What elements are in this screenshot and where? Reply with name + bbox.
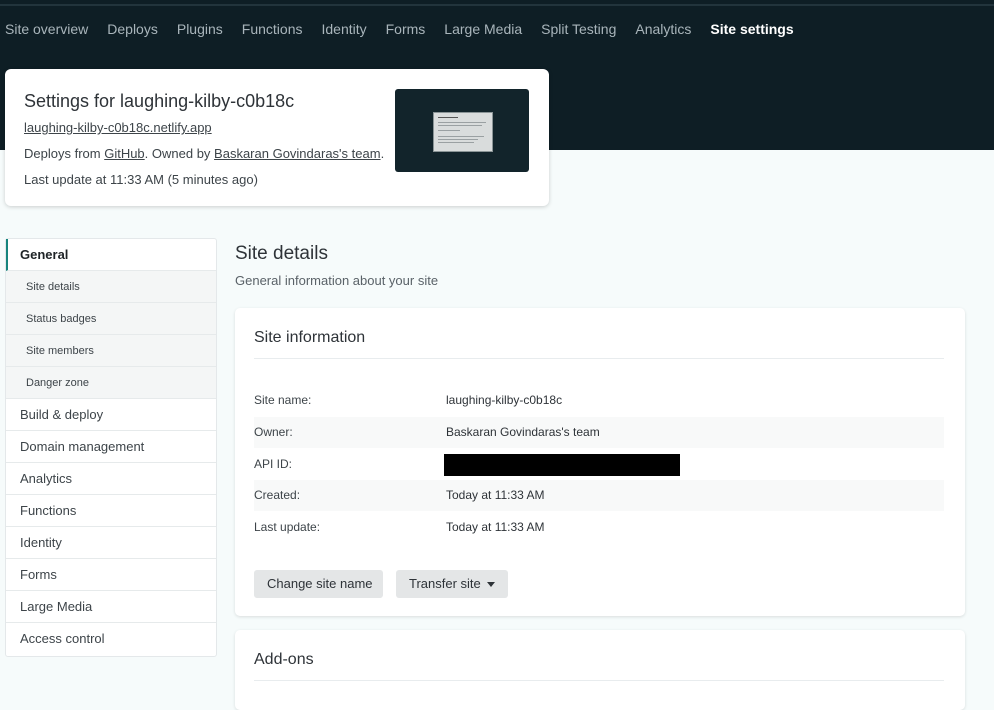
- sidebar-item-danger-zone[interactable]: Danger zone: [6, 367, 216, 399]
- site-information-card: Site information Site name: laughing-kil…: [235, 308, 965, 616]
- sidebar-item-build-deploy[interactable]: Build & deploy: [6, 399, 216, 431]
- nav-plugins[interactable]: Plugins: [177, 21, 223, 37]
- info-row-api-id: API ID:: [254, 449, 944, 480]
- page-subtitle: General information about your site: [235, 273, 439, 288]
- team-link[interactable]: Baskaran Govindaras's team: [214, 146, 381, 161]
- row-label: Site name:: [254, 393, 312, 407]
- addons-card: Add-ons: [235, 630, 965, 710]
- nav-site-settings[interactable]: Site settings: [710, 21, 793, 37]
- sidebar-item-site-details[interactable]: Site details: [6, 271, 216, 303]
- site-summary-card: Settings for laughing-kilby-c0b18c laugh…: [5, 69, 549, 206]
- github-link[interactable]: GitHub: [104, 146, 144, 161]
- owned-prefix: . Owned by: [144, 146, 215, 161]
- addons-title: Add-ons: [254, 651, 314, 668]
- site-url-link[interactable]: laughing-kilby-c0b18c.netlify.app: [24, 120, 212, 135]
- sidebar-item-access-control[interactable]: Access control: [6, 623, 216, 655]
- row-label: Last update:: [254, 520, 321, 534]
- card-divider: [254, 358, 944, 359]
- redacted-api-id: [444, 454, 680, 476]
- sidebar-item-general[interactable]: General: [6, 239, 216, 271]
- transfer-site-label: Transfer site: [409, 576, 481, 591]
- sidebar-item-identity[interactable]: Identity: [6, 527, 216, 559]
- row-value: laughing-kilby-c0b18c: [446, 393, 563, 407]
- sidebar-item-large-media[interactable]: Large Media: [6, 591, 216, 623]
- nav-identity[interactable]: Identity: [321, 21, 366, 37]
- sidebar-item-forms[interactable]: Forms: [6, 559, 216, 591]
- row-value: Baskaran Govindaras's team: [446, 425, 600, 439]
- nav-forms[interactable]: Forms: [386, 21, 426, 37]
- card-title: Site information: [254, 329, 366, 346]
- nav-functions[interactable]: Functions: [242, 21, 303, 37]
- info-row-created: Created: Today at 11:33 AM: [254, 480, 944, 511]
- site-title: Settings for laughing-kilby-c0b18c: [24, 91, 295, 111]
- site-preview-thumbnail[interactable]: [395, 89, 529, 172]
- info-row-owner: Owner: Baskaran Govindaras's team: [254, 417, 944, 448]
- sidebar-item-analytics[interactable]: Analytics: [6, 463, 216, 495]
- sidebar-item-site-members[interactable]: Site members: [6, 335, 216, 367]
- sidebar-item-domain-management[interactable]: Domain management: [6, 431, 216, 463]
- settings-sidebar: General Site details Status badges Site …: [5, 238, 217, 657]
- deploys-info: Deploys from GitHub. Owned by Baskaran G…: [24, 146, 384, 161]
- nav-site-overview[interactable]: Site overview: [5, 21, 88, 37]
- change-site-name-button[interactable]: Change site name: [254, 570, 383, 598]
- sidebar-item-status-badges[interactable]: Status badges: [6, 303, 216, 335]
- change-site-name-label: Change site name: [267, 576, 373, 591]
- deploys-prefix: Deploys from: [24, 146, 105, 161]
- transfer-site-button[interactable]: Transfer site: [396, 570, 508, 598]
- preview-page-image: [433, 112, 493, 152]
- info-row-site-name: Site name: laughing-kilby-c0b18c: [254, 385, 944, 416]
- row-label: API ID:: [254, 457, 293, 471]
- info-row-last-update: Last update: Today at 11:33 AM: [254, 512, 944, 543]
- site-nav: Site overview Deploys Plugins Functions …: [0, 18, 808, 40]
- row-value: Today at 11:33 AM: [446, 520, 545, 534]
- nav-analytics[interactable]: Analytics: [635, 21, 691, 37]
- last-update-text: Last update at 11:33 AM (5 minutes ago): [24, 172, 258, 187]
- row-label: Owner:: [254, 425, 293, 439]
- nav-large-media[interactable]: Large Media: [444, 21, 522, 37]
- row-value: Today at 11:33 AM: [446, 488, 545, 502]
- nav-deploys[interactable]: Deploys: [107, 21, 158, 37]
- chevron-down-icon: [486, 582, 495, 588]
- owned-suffix: .: [380, 146, 385, 161]
- sidebar-item-functions[interactable]: Functions: [6, 495, 216, 527]
- header-divider: [0, 4, 994, 6]
- row-label: Created:: [254, 488, 301, 502]
- nav-split-testing[interactable]: Split Testing: [541, 21, 616, 37]
- page-title: Site details: [235, 243, 328, 264]
